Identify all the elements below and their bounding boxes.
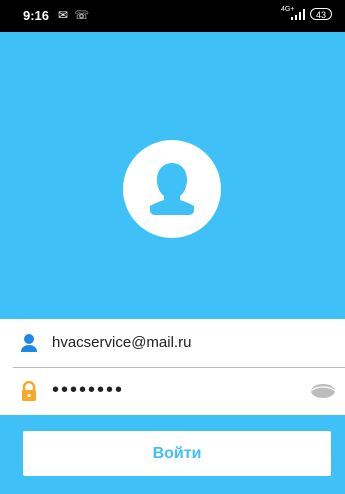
message-icon: ✉ xyxy=(58,8,69,22)
battery-icon: 43 xyxy=(310,8,332,20)
user-silhouette-icon xyxy=(150,163,194,215)
email-field[interactable]: hvacservice@mail.ru xyxy=(0,319,345,367)
email-value[interactable]: hvacservice@mail.ru xyxy=(52,334,191,351)
signal-icon xyxy=(291,9,305,20)
status-notifications: ✉ ☏ xyxy=(58,8,95,22)
login-form: hvacservice@mail.ru •••••••• xyxy=(0,319,345,415)
lock-icon xyxy=(22,381,36,401)
login-button[interactable]: Войти xyxy=(23,431,331,476)
eye-icon[interactable] xyxy=(310,383,336,399)
user-icon xyxy=(21,334,37,352)
password-value[interactable]: •••••••• xyxy=(52,379,124,402)
status-time: 9:16 xyxy=(23,8,50,23)
avatar xyxy=(123,140,221,238)
header-banner xyxy=(0,32,345,319)
status-bar: 9:16 ✉ ☏ 4G+ 43 xyxy=(0,0,345,32)
password-field[interactable]: •••••••• xyxy=(0,367,345,415)
phone-call-icon: ☏ xyxy=(74,8,90,22)
